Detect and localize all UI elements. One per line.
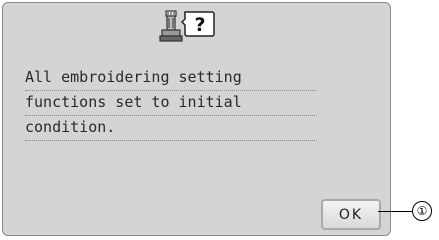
machine-question-icon-group: ?: [159, 9, 229, 45]
sewing-machine-icon: [159, 10, 183, 42]
message-line: All embroidering setting: [25, 66, 317, 91]
svg-text:?: ?: [194, 14, 205, 36]
message-line: functions set to initial: [25, 91, 317, 116]
callout-line: [378, 211, 414, 212]
question-badge-icon: ?: [181, 11, 215, 37]
message-text: All embroidering setting functions set t…: [25, 66, 317, 141]
ok-button[interactable]: OK: [321, 199, 381, 230]
message-line: condition.: [25, 116, 317, 141]
dialog-panel: ? All embroidering setting functions set…: [2, 2, 391, 236]
callout-number: ①: [412, 201, 432, 221]
